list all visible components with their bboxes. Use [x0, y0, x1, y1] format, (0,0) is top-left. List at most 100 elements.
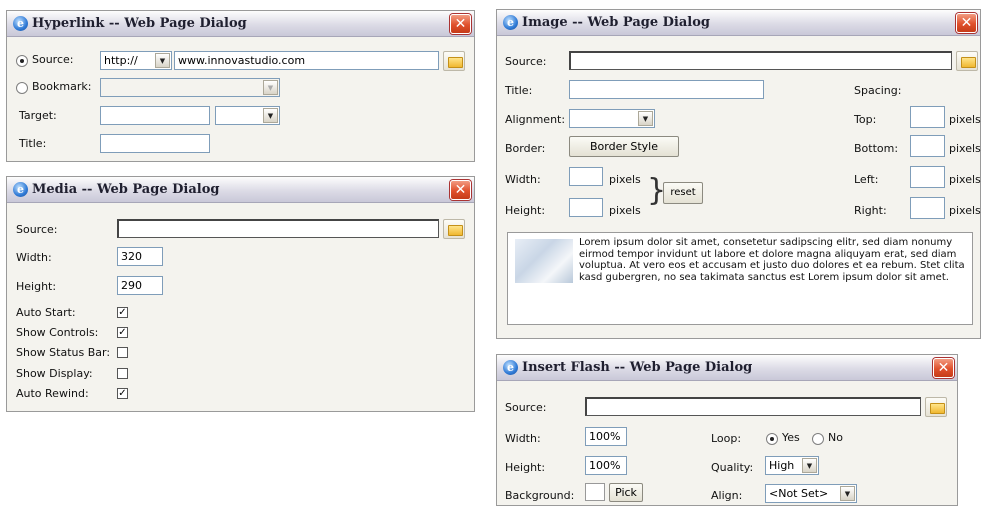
- hyperlink-dialog: e Hyperlink -- Web Page Dialog ✕ Source:…: [6, 10, 475, 162]
- quality-value: High: [769, 459, 795, 472]
- align-select[interactable]: <Not Set> ▼: [765, 484, 857, 503]
- width-input[interactable]: [569, 167, 603, 186]
- title-input[interactable]: [100, 134, 210, 153]
- close-icon[interactable]: ✕: [450, 14, 471, 34]
- folder-icon[interactable]: [956, 51, 978, 71]
- insert-flash-dialog: e Insert Flash -- Web Page Dialog ✕ Sour…: [496, 354, 958, 506]
- auto-start-checkbox[interactable]: ✓: [117, 307, 128, 318]
- source-label: Source:: [16, 223, 58, 236]
- width-input[interactable]: 100%: [585, 427, 627, 446]
- source-label: Source:: [505, 55, 547, 68]
- source-input[interactable]: [117, 219, 439, 238]
- bottom-pixels-label: pixels: [949, 142, 981, 155]
- loop-yes-label: Yes: [782, 431, 800, 444]
- width-pixels-label: pixels: [609, 173, 641, 186]
- align-label: Align:: [711, 489, 743, 502]
- protocol-select[interactable]: http:// ▼: [100, 51, 172, 70]
- folder-icon[interactable]: [443, 219, 465, 239]
- show-display-checkbox[interactable]: [117, 368, 128, 379]
- left-input[interactable]: [910, 166, 945, 188]
- loop-no-radio[interactable]: [812, 433, 824, 445]
- auto-rewind-checkbox[interactable]: ✓: [117, 388, 128, 399]
- height-label: Height:: [16, 280, 57, 293]
- loop-no-label: No: [828, 431, 843, 444]
- auto-rewind-label: Auto Rewind:: [16, 387, 89, 400]
- left-pixels-label: pixels: [949, 173, 981, 186]
- width-input[interactable]: 320: [117, 247, 163, 266]
- quality-label: Quality:: [711, 461, 754, 474]
- bottom-input[interactable]: [910, 135, 945, 157]
- dialog-title: Insert Flash -- Web Page Dialog: [522, 360, 753, 375]
- title-bar: e Insert Flash -- Web Page Dialog ✕: [497, 355, 957, 381]
- close-icon[interactable]: ✕: [933, 358, 954, 378]
- dialog-title: Image -- Web Page Dialog: [522, 15, 710, 30]
- dropdown-arrow-icon: ▼: [263, 80, 278, 95]
- ie-page-icon: e: [13, 182, 28, 197]
- height-input[interactable]: 290: [117, 276, 163, 295]
- close-icon[interactable]: ✕: [956, 13, 977, 33]
- bookmark-label: Bookmark:: [32, 80, 92, 93]
- pick-button[interactable]: Pick: [609, 483, 643, 502]
- dialog-title: Hyperlink -- Web Page Dialog: [32, 16, 247, 31]
- title-input[interactable]: [569, 80, 764, 99]
- title-label: Title:: [19, 137, 47, 150]
- dropdown-arrow-icon: ▼: [155, 53, 170, 68]
- align-value: <Not Set>: [769, 487, 829, 500]
- height-input[interactable]: 100%: [585, 456, 627, 475]
- target-label: Target:: [19, 109, 57, 122]
- width-label: Width:: [16, 251, 52, 264]
- right-pixels-label: pixels: [949, 204, 981, 217]
- folder-icon[interactable]: [443, 51, 465, 71]
- ie-page-icon: e: [503, 360, 518, 375]
- title-bar: e Media -- Web Page Dialog ✕: [7, 177, 474, 203]
- bookmark-select[interactable]: ▼: [100, 78, 280, 97]
- target-select[interactable]: ▼: [215, 106, 280, 125]
- dropdown-arrow-icon: ▼: [263, 108, 278, 123]
- preview-image-thumbnail: [515, 239, 573, 283]
- right-input[interactable]: [910, 197, 945, 219]
- source-label: Source:: [505, 401, 547, 414]
- top-input[interactable]: [910, 106, 945, 128]
- loop-yes-radio[interactable]: [766, 433, 778, 445]
- left-label: Left:: [854, 173, 879, 186]
- title-label: Title:: [505, 84, 533, 97]
- show-controls-checkbox[interactable]: ✓: [117, 327, 128, 338]
- height-input[interactable]: [569, 198, 603, 217]
- spacing-label: Spacing:: [854, 84, 902, 97]
- url-input[interactable]: www.innovastudio.com: [174, 51, 439, 70]
- image-preview: Lorem ipsum dolor sit amet, consetetur s…: [507, 232, 973, 325]
- show-display-label: Show Display:: [16, 367, 93, 380]
- height-pixels-label: pixels: [609, 204, 641, 217]
- dialog-title: Media -- Web Page Dialog: [32, 182, 220, 197]
- source-input[interactable]: [585, 397, 921, 416]
- show-controls-label: Show Controls:: [16, 326, 99, 339]
- dropdown-arrow-icon: ▼: [840, 486, 855, 501]
- show-status-bar-label: Show Status Bar:: [16, 346, 111, 359]
- source-label: Source:: [32, 53, 74, 66]
- dropdown-arrow-icon: ▼: [638, 111, 653, 126]
- width-label: Width:: [505, 173, 541, 186]
- preview-text: Lorem ipsum dolor sit amet, consetetur s…: [579, 237, 965, 283]
- ie-page-icon: e: [13, 16, 28, 31]
- border-style-button[interactable]: Border Style: [569, 136, 679, 157]
- background-label: Background:: [505, 489, 575, 502]
- protocol-value: http://: [104, 54, 138, 67]
- source-input[interactable]: [569, 51, 952, 70]
- alignment-select[interactable]: ▼: [569, 109, 655, 128]
- border-label: Border:: [505, 142, 546, 155]
- folder-icon[interactable]: [925, 397, 947, 417]
- width-label: Width:: [505, 432, 541, 445]
- right-label: Right:: [854, 204, 887, 217]
- quality-select[interactable]: High ▼: [765, 456, 819, 475]
- reset-button[interactable]: reset: [663, 182, 703, 204]
- background-color-swatch[interactable]: [585, 483, 605, 501]
- source-radio[interactable]: [16, 55, 28, 67]
- title-bar: e Image -- Web Page Dialog ✕: [497, 10, 980, 36]
- bookmark-radio[interactable]: [16, 82, 28, 94]
- show-status-bar-checkbox[interactable]: [117, 347, 128, 358]
- target-input[interactable]: [100, 106, 210, 125]
- ie-page-icon: e: [503, 15, 518, 30]
- close-icon[interactable]: ✕: [450, 180, 471, 200]
- top-label: Top:: [854, 113, 877, 126]
- bottom-label: Bottom:: [854, 142, 899, 155]
